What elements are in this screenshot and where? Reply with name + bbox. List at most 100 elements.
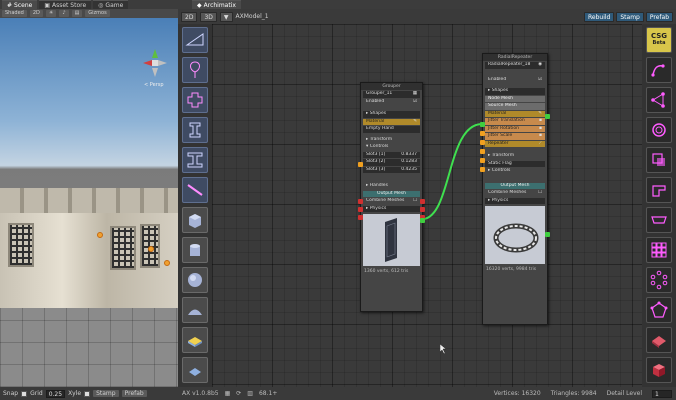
view-2d-button[interactable]: 2D <box>181 11 198 22</box>
grid-repeater-button[interactable] <box>646 237 672 263</box>
grouper-param-out-port[interactable] <box>420 199 425 204</box>
library-item[interactable] <box>182 87 208 113</box>
library-icon[interactable]: ▦ <box>225 390 231 397</box>
radial-static-flag-row[interactable]: Static Flag <box>485 160 545 167</box>
param-value-field[interactable]: 0.4235 <box>401 167 417 174</box>
radial-repeater-button[interactable] <box>646 267 672 293</box>
radial-jitter-port[interactable] <box>480 158 485 163</box>
xyle-checkbox[interactable] <box>84 390 91 397</box>
grouper-physics-row[interactable]: ▸ Physics <box>363 205 420 212</box>
radial-enabled-row[interactable]: Enabled ☑ <box>485 77 545 84</box>
tab-asset-store[interactable]: ▣ Asset Store <box>39 0 92 9</box>
library-item[interactable] <box>182 117 208 143</box>
snap-checkbox[interactable] <box>21 390 28 397</box>
floor-plan-button[interactable] <box>646 327 672 353</box>
grouper-param-port[interactable] <box>358 207 363 212</box>
scene-viewport[interactable]: < Persp <box>0 18 178 387</box>
radial-jitter-scale-row[interactable]: Jitter Scale ▪ <box>485 133 545 140</box>
grouper-param-row[interactable]: Slot3 [2] 0.1283 <box>363 159 420 166</box>
radial-repeater-node[interactable]: RadialRepeater RadialRepeater_18 ◉ Enable… <box>480 53 550 325</box>
prefab-button[interactable]: Prefab <box>645 11 673 22</box>
tab-game[interactable]: ◎ Game <box>93 0 129 9</box>
radial-jitter-rotation-row[interactable]: Jitter Rotation ▪ <box>485 125 545 132</box>
grouper-output-mesh-row[interactable]: Output Mesh <box>363 190 420 197</box>
grouper-combine-row[interactable]: Combine Meshes ☐ <box>363 198 420 205</box>
cube-tool-button[interactable] <box>646 357 672 383</box>
step-shape-button[interactable] <box>646 177 672 203</box>
library-item[interactable] <box>182 177 208 203</box>
library-item[interactable] <box>182 147 208 173</box>
library-item[interactable] <box>182 357 208 383</box>
library-item[interactable] <box>182 327 208 353</box>
tab-shape-button[interactable] <box>646 207 672 233</box>
radial-name-field[interactable]: RadialRepeater_18 ◉ <box>485 62 545 69</box>
layout-icon[interactable]: ▥ <box>247 390 253 397</box>
grouper-node[interactable]: Grouper Grouper_11 ▦ Enabled ☑ ▸ Shapes Ma… <box>358 82 425 312</box>
polygon-tool-button[interactable] <box>646 297 672 323</box>
circle-offset-button[interactable] <box>646 117 672 143</box>
library-item[interactable] <box>182 207 208 233</box>
grouper-param-row[interactable]: Slot3 [3] 0.4235 <box>363 166 420 174</box>
radial-transform-row[interactable]: ▸ Transform <box>485 153 545 160</box>
radial-controls-row[interactable]: ▸ Controls <box>485 168 545 175</box>
radial-material-row[interactable]: Material ✎ <box>485 110 545 117</box>
param-value-field[interactable]: 0.1283 <box>401 159 417 166</box>
library-item[interactable] <box>182 27 208 53</box>
stamp-button[interactable]: Stamp <box>616 11 644 22</box>
grouper-transform-row[interactable]: ▸ Transform <box>363 137 420 144</box>
grouper-param-port[interactable] <box>358 215 363 220</box>
orientation-gizmo[interactable] <box>140 46 170 80</box>
radial-combine-row[interactable]: Combine Meshes ☐ <box>485 190 545 197</box>
radial-node-title[interactable]: RadialRepeater <box>483 54 547 61</box>
radial-repeater-port[interactable] <box>480 167 485 172</box>
library-item[interactable] <box>182 267 208 293</box>
detail-level-field[interactable]: 1 <box>652 389 672 398</box>
grouper-param-out-port[interactable] <box>420 207 425 212</box>
view-3d-button[interactable]: 3D <box>200 11 217 22</box>
library-item[interactable] <box>182 237 208 263</box>
library-item[interactable] <box>182 297 208 323</box>
lighting-toggle[interactable]: ☀ <box>45 10 57 17</box>
radial-material-input-port[interactable] <box>480 131 485 136</box>
mode-2d-toggle[interactable]: 2D <box>29 10 43 17</box>
grouper-shapes-row[interactable]: ▸ Shapes <box>363 111 420 118</box>
grouper-material-row[interactable]: Material ✎ <box>363 118 420 125</box>
scene-prefab-button[interactable]: Prefab <box>121 390 147 397</box>
library-item[interactable] <box>182 57 208 83</box>
audio-toggle[interactable]: ♪ <box>59 10 69 17</box>
radial-repeater-row[interactable]: Repeater ⟋ <box>485 140 545 147</box>
radial-shapes-row[interactable]: ▸ Shapes <box>485 88 545 95</box>
rebuild-button[interactable]: Rebuild <box>584 11 615 22</box>
csg-button[interactable]: CSG Beta <box>646 27 672 53</box>
tab-archimatix[interactable]: ◆ Archimatix <box>192 0 241 9</box>
radial-output-port[interactable] <box>545 114 550 119</box>
grouper-material-input-port[interactable] <box>358 162 363 167</box>
gizmos-dropdown[interactable]: Gizmos <box>85 10 110 17</box>
radial-source-mesh-row[interactable]: Source Mesh <box>485 103 545 110</box>
tab-scene[interactable]: # Scene <box>2 0 38 9</box>
effects-toggle[interactable]: ▤ <box>71 10 83 17</box>
shape-merge-button[interactable] <box>646 147 672 173</box>
radial-output-mesh-port[interactable] <box>545 232 550 237</box>
radial-source-mesh-port[interactable] <box>480 122 485 127</box>
grouper-controls-row[interactable]: ▾ Controls <box>363 144 420 151</box>
param-value-field[interactable]: 0.8337 <box>401 152 417 159</box>
grouper-handles-row[interactable]: ▸ Handles <box>363 183 420 190</box>
grouper-name-field[interactable]: Grouper_11 ▦ <box>363 91 420 98</box>
scene-stamp-button[interactable]: Stamp <box>93 390 119 397</box>
persp-label[interactable]: < Persp <box>144 82 164 88</box>
shading-dropdown[interactable]: Shaded <box>2 10 27 17</box>
model-menu-button[interactable]: ▼ <box>219 11 233 22</box>
grouper-enabled-row[interactable]: Enabled ☑ <box>363 99 420 106</box>
spline-tool-button[interactable] <box>646 57 672 83</box>
grid-size-field[interactable]: 0.25 <box>45 389 66 398</box>
refresh-icon[interactable]: ⟳ <box>236 390 241 397</box>
grouper-param-port[interactable] <box>358 199 363 204</box>
graph-tool-button[interactable] <box>646 87 672 113</box>
radial-node-mesh-row[interactable]: Node Mesh <box>485 95 545 102</box>
radial-jitter-port[interactable] <box>480 140 485 145</box>
grouper-output-mesh-port[interactable] <box>420 218 425 223</box>
radial-jitter-translation-row[interactable]: Jitter Translation ▪ <box>485 118 545 125</box>
grouper-node-title[interactable]: Grouper <box>361 83 422 90</box>
grouper-param-row[interactable]: Slot3 [1] 0.8337 <box>363 151 420 159</box>
